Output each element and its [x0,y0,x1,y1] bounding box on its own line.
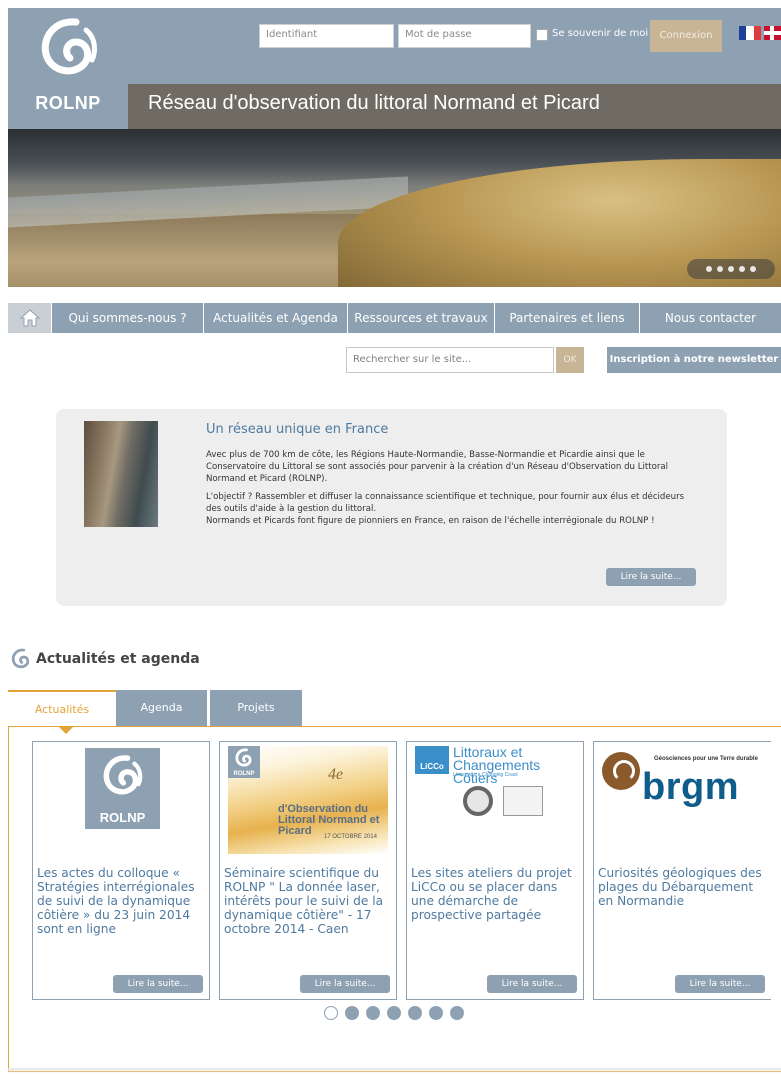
card-image: ROLNP [41,746,201,854]
intro-paragraph: Normands et Picards font figure de pionn… [206,516,655,526]
news-pager [324,1006,464,1020]
remember-me-checkbox[interactable] [536,29,548,41]
card-read-more-button[interactable]: Lire la suite... [487,975,577,993]
card-read-more-button[interactable]: Lire la suite... [300,975,390,993]
card-image: Géosciences pour une Terre durable brgm [598,746,770,854]
slide-dot[interactable] [750,266,756,272]
rolnp-logo: ROLNP [85,748,160,829]
tab-actualites[interactable]: Actualités [8,690,116,726]
intro-photo [84,421,158,527]
spiral-icon [11,648,30,669]
intro-title: Un réseau unique en France [206,422,389,437]
partner-badge [503,786,543,816]
card-image: ROLNP 4e d'Observation du Littoral Norma… [228,746,388,854]
image-subtitle: Living with a Changing Coast [453,772,518,778]
search-button[interactable]: OK [556,347,584,373]
card-read-more-button[interactable]: Lire la suite... [113,975,203,993]
panel-shadow [8,1068,781,1074]
licco-logo: LiCCo [415,746,449,774]
tab-projets[interactable]: Projets [210,690,302,726]
card-read-more-button[interactable]: Lire la suite... [675,975,765,993]
image-title: Littoraux et Changements Côtiers [453,744,541,786]
news-card[interactable]: ROLNP Les actes du colloque « Stratégies… [32,741,210,1000]
slide-dot[interactable] [728,266,734,272]
intro-box: Un réseau unique en France Avec plus de … [56,409,727,606]
brgm-logo-icon [602,752,640,790]
image-date: 17 OCTOBRE 2014 [324,834,377,840]
card-title[interactable]: Curiosités géologiques des plages du Déb… [598,866,766,908]
pager-dot[interactable] [324,1006,338,1020]
intro-text: Avec plus de 700 km de côte, les Régions… [206,449,696,533]
active-tab-pointer [58,726,74,734]
news-card[interactable]: Géosciences pour une Terre durable brgm … [593,741,771,1000]
pager-dot[interactable] [366,1006,380,1020]
home-icon [20,309,40,327]
rolnp-logo: ROLNP [228,746,260,778]
pager-dot[interactable] [429,1006,443,1020]
pager-dot[interactable] [450,1006,464,1020]
nav-item-qui-sommes-nous[interactable]: Qui sommes-nous ? [52,303,204,333]
image-title: d'Observation du Littoral Normand et Pic… [278,803,380,837]
site-logo[interactable]: ROLNP [8,8,128,129]
pager-dot[interactable] [408,1006,422,1020]
news-tabs: Actualités Agenda Projets [8,690,302,726]
english-flag-icon[interactable] [764,26,781,40]
french-flag-icon[interactable] [739,26,761,40]
hero-slideshow [8,129,781,287]
brgm-wordmark: brgm [642,766,739,808]
nav-home[interactable] [8,303,52,333]
card-image: LiCCo Littoraux et Changements Côtiers L… [415,744,575,854]
card-title[interactable]: Séminaire scientifique du ROLNP " La don… [224,866,392,936]
tab-agenda[interactable]: Agenda [116,690,207,726]
section-title: Actualités et agenda [36,651,200,667]
logo-text: ROLNP [35,93,101,113]
intro-read-more-button[interactable]: Lire la suite... [606,568,696,586]
nav-item-contact[interactable]: Nous contacter [640,303,781,333]
news-card[interactable]: LiCCo Littoraux et Changements Côtiers L… [406,741,584,1000]
slide-dot[interactable] [706,266,712,272]
pager-dot[interactable] [345,1006,359,1020]
username-field[interactable]: Identifiant [259,24,394,48]
spiral-logo-icon [235,748,252,767]
slideshow-dots[interactable] [687,259,775,279]
search-input[interactable]: Rechercher sur le site... [346,347,554,373]
image-headline: 4e [328,766,344,783]
newsletter-button[interactable]: Inscription à notre newsletter ! [607,347,781,391]
spiral-logo-icon [103,755,143,795]
nav-item-ressources[interactable]: Ressources et travaux [348,303,495,333]
image-tagline: Géosciences pour une Terre durable [654,756,758,762]
remember-me-label: Se souvenir de moi [552,28,649,39]
site-header: ROLNP Réseau d'observation du littoral N… [8,8,781,287]
main-nav: Qui sommes-nous ? Actualités et Agenda R… [8,303,781,333]
logo-text: ROLNP [99,810,146,825]
partner-badge [463,786,493,816]
site-title: Réseau d'observation du littoral Normand… [148,92,600,114]
nav-item-partenaires[interactable]: Partenaires et liens [495,303,640,333]
login-button[interactable]: Connexion [650,20,722,52]
news-card[interactable]: ROLNP 4e d'Observation du Littoral Norma… [219,741,397,1000]
intro-paragraph: L'objectif ? Rassembler et diffuser la c… [206,492,685,514]
logo-text: ROLNP [233,771,255,777]
slide-dot[interactable] [739,266,745,272]
card-title[interactable]: Les actes du colloque « Stratégies inter… [37,866,205,936]
password-field[interactable]: Mot de passe [398,24,531,48]
slide-dot[interactable] [717,266,723,272]
intro-paragraph: Avec plus de 700 km de côte, les Régions… [206,450,669,484]
spiral-logo-icon [41,18,97,75]
nav-item-actualites[interactable]: Actualités et Agenda [204,303,348,333]
pager-dot[interactable] [387,1006,401,1020]
card-title[interactable]: Les sites ateliers du projet LiCCo ou se… [411,866,579,922]
